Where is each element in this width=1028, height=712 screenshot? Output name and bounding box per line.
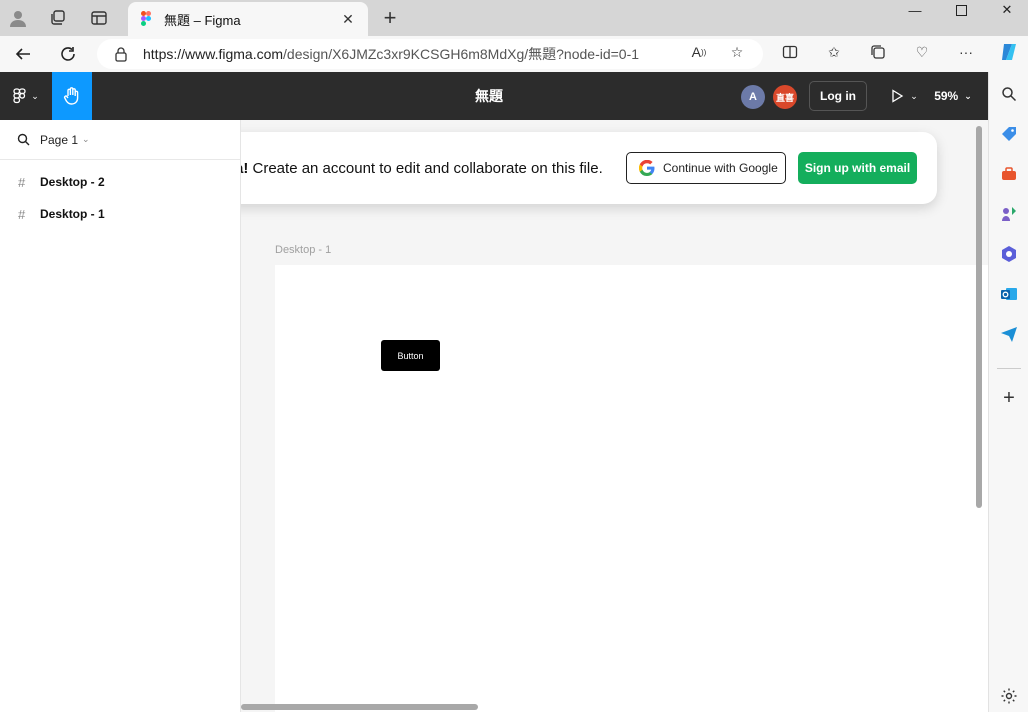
hand-tool-button[interactable]	[52, 72, 92, 120]
profile-icon[interactable]	[6, 6, 30, 30]
zoom-dropdown[interactable]: 59% ⌄	[928, 72, 978, 120]
page-selector[interactable]: Page 1 ⌄	[0, 120, 240, 160]
search-icon[interactable]	[17, 133, 30, 146]
gear-icon[interactable]	[997, 684, 1021, 708]
tab-actions-icon[interactable]	[87, 6, 111, 30]
frame-button[interactable]: Button	[381, 340, 440, 371]
avatar[interactable]: A	[741, 85, 765, 109]
frame-icon: #	[18, 174, 26, 190]
layer-name: Desktop - 1	[40, 207, 105, 221]
copilot-icon[interactable]	[998, 41, 1020, 63]
present-button[interactable]: ⌄	[886, 72, 922, 120]
figma-logo-icon	[13, 88, 26, 104]
google-button-label: Continue with Google	[663, 161, 778, 175]
refresh-icon[interactable]	[55, 42, 81, 66]
more-icon[interactable]: ···	[957, 43, 975, 61]
close-tab-icon[interactable]: ✕	[338, 11, 358, 28]
vertical-scrollbar[interactable]	[976, 126, 982, 508]
microsoft-365-icon[interactable]	[997, 242, 1021, 266]
browser-tab-strip: 無題 – Figma ✕ + — ✕	[0, 0, 1028, 36]
back-icon[interactable]	[10, 42, 36, 66]
shopping-tag-icon[interactable]	[997, 122, 1021, 146]
games-icon[interactable]	[997, 202, 1021, 226]
layer-item[interactable]: # Desktop - 1	[0, 198, 240, 230]
browser-essentials-icon[interactable]: ♡	[913, 43, 931, 61]
lock-icon[interactable]	[113, 46, 129, 62]
play-icon	[892, 89, 904, 103]
continue-with-google-button[interactable]: Continue with Google	[626, 152, 786, 184]
add-icon[interactable]: +	[997, 386, 1021, 410]
layer-name: Desktop - 2	[40, 175, 105, 189]
address-bar-row: https://www.figma.com/design/X6JMZc3xr9K…	[0, 36, 1028, 72]
page-label: Page 1	[40, 132, 79, 147]
tools-icon[interactable]	[997, 162, 1021, 186]
send-icon[interactable]	[997, 322, 1021, 346]
banner-message: a! Create an account to edit and collabo…	[241, 159, 603, 177]
collections-icon[interactable]	[869, 43, 887, 61]
canvas[interactable]: Desktop - 1 Button a! Create an account …	[241, 120, 988, 712]
file-title: 無題	[475, 88, 503, 104]
layer-item[interactable]: # Desktop - 2	[0, 166, 240, 198]
window-close-icon[interactable]: ✕	[984, 0, 1028, 20]
chevron-down-icon: ⌄	[964, 90, 972, 101]
google-icon	[639, 160, 655, 176]
frame-icon: #	[18, 206, 26, 222]
minimize-icon[interactable]: —	[892, 0, 938, 20]
hand-icon	[63, 87, 79, 105]
split-screen-icon[interactable]	[781, 43, 799, 61]
browser-sidebar: +	[988, 72, 1028, 712]
chevron-down-icon: ⌄	[910, 90, 918, 101]
figma-favicon-icon	[141, 11, 151, 26]
desktop-frame[interactable]: Button	[275, 265, 988, 712]
active-tab[interactable]: 無題 – Figma ✕	[128, 2, 368, 36]
address-bar[interactable]: https://www.figma.com/design/X6JMZc3xr9K…	[97, 39, 763, 69]
favorites-icon[interactable]: ✩	[825, 43, 843, 61]
tab-title: 無題 – Figma	[164, 12, 241, 28]
star-icon[interactable]: ☆	[728, 43, 746, 61]
chevron-down-icon: ⌄	[82, 134, 90, 144]
search-icon[interactable]	[997, 82, 1021, 106]
signup-banner: a! Create an account to edit and collabo…	[241, 132, 937, 204]
new-tab-icon[interactable]: +	[378, 5, 402, 30]
zoom-value: 59%	[934, 89, 959, 103]
read-aloud-icon[interactable]: A))	[690, 43, 708, 61]
frame-label[interactable]: Desktop - 1	[275, 244, 331, 256]
url-text: https://www.figma.com/design/X6JMZc3xr9K…	[143, 46, 640, 62]
sidebar-divider	[997, 368, 1021, 369]
maximize-icon[interactable]	[938, 0, 984, 20]
avatar[interactable]: 直喜	[773, 85, 797, 109]
outlook-icon[interactable]	[997, 282, 1021, 306]
workspaces-icon[interactable]	[46, 6, 70, 30]
chevron-down-icon: ⌄	[31, 90, 39, 101]
horizontal-scrollbar[interactable]	[241, 704, 478, 710]
figma-main-menu[interactable]: ⌄	[0, 72, 52, 120]
figma-toolbar: ⌄ 無題 A 直喜 Log in ⌄ 59% ⌄	[0, 72, 988, 120]
login-button[interactable]: Log in	[809, 81, 867, 111]
signup-with-email-button[interactable]: Sign up with email	[798, 152, 917, 184]
layers-panel: Page 1 ⌄ # Desktop - 2 # Desktop - 1	[0, 120, 241, 712]
